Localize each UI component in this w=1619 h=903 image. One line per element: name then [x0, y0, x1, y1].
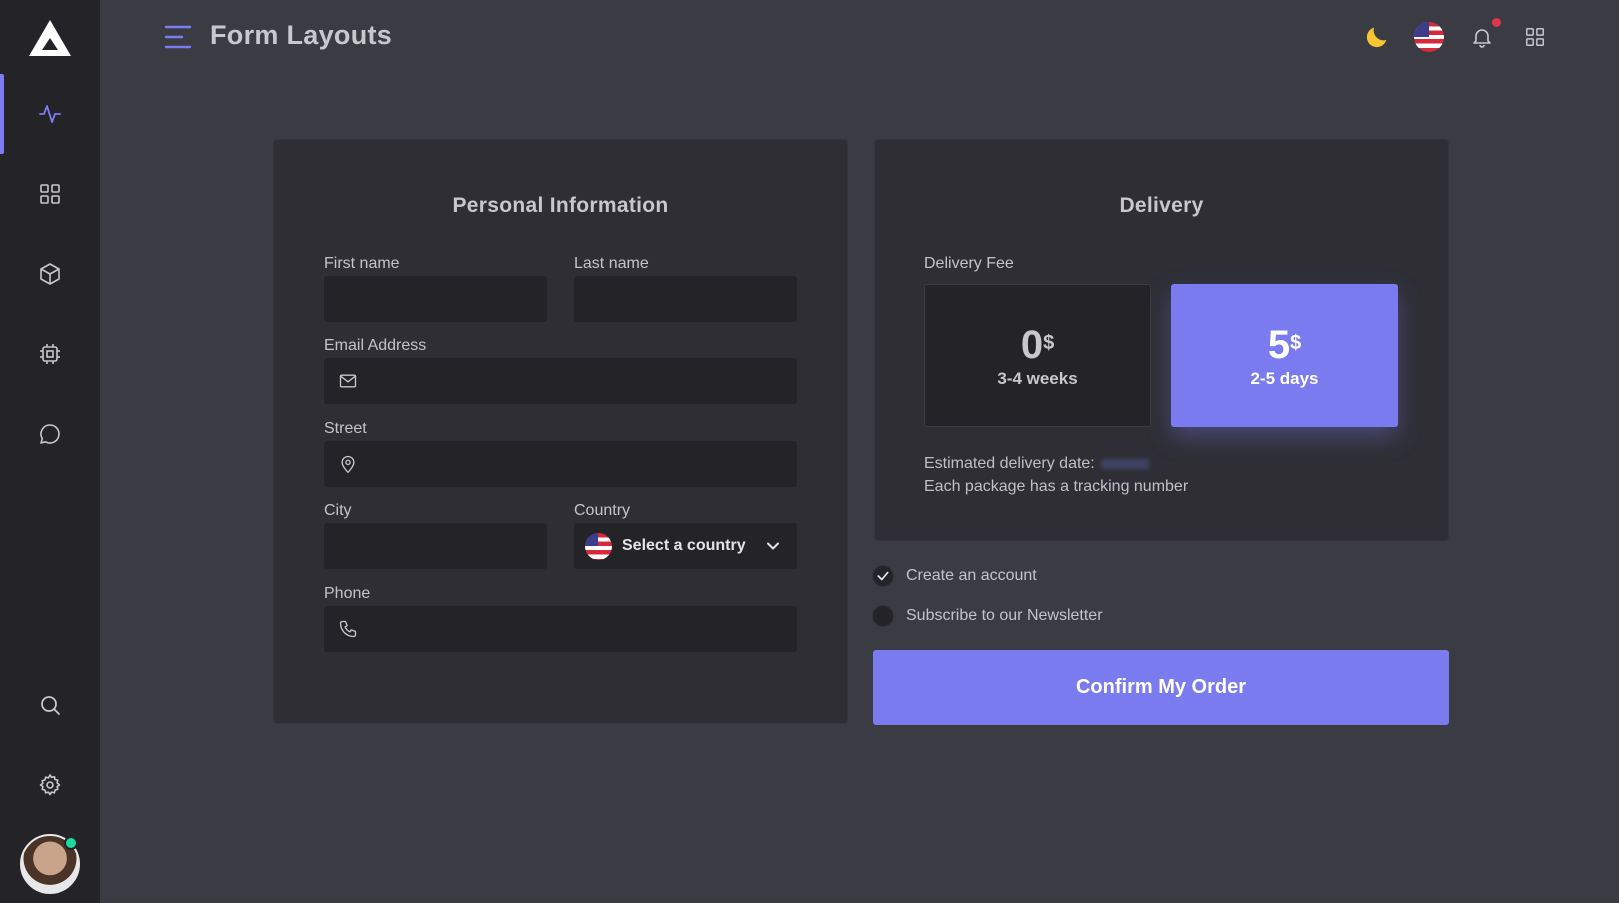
email-field[interactable]	[324, 358, 797, 404]
last-name-field[interactable]	[574, 276, 799, 322]
phone-label: Phone	[324, 585, 371, 602]
create-account-checkbox[interactable]: Create an account	[872, 565, 1037, 587]
email-label: Email Address	[324, 337, 427, 354]
checkbox-circle	[872, 605, 894, 627]
sidebar-item-cpu[interactable]	[0, 314, 100, 394]
delivery-option-duration: 2-5 days	[1250, 368, 1319, 388]
delivery-option-price: 5$	[1267, 322, 1302, 367]
create-account-label: Create an account	[906, 567, 1037, 584]
country-select-value: Select a country	[622, 537, 746, 554]
sidebar-item-box[interactable]	[0, 234, 100, 314]
box-icon	[40, 263, 60, 285]
newsletter-checkbox[interactable]: Subscribe to our Newsletter	[872, 605, 1103, 627]
phone-field[interactable]	[324, 606, 797, 652]
chat-icon	[40, 424, 60, 444]
chevron-down-icon	[767, 542, 779, 550]
page-title: Form Layouts	[210, 20, 393, 50]
sidebar	[0, 0, 100, 903]
cpu-icon	[40, 344, 60, 364]
delivery-option-price: 0$	[1020, 322, 1055, 367]
newsletter-label: Subscribe to our Newsletter	[906, 607, 1103, 624]
grid-icon	[40, 184, 60, 204]
street-field[interactable]	[324, 441, 797, 487]
country-select[interactable]: Select a country	[574, 523, 797, 569]
email-input[interactable]	[358, 358, 797, 404]
online-status-dot	[64, 836, 78, 850]
phone-icon	[339, 620, 357, 638]
logo-icon[interactable]	[28, 18, 72, 58]
street-label: Street	[324, 420, 367, 437]
city-input[interactable]	[338, 523, 549, 569]
sidebar-item-search[interactable]	[0, 665, 100, 745]
mail-icon	[339, 374, 357, 388]
last-name-input[interactable]	[588, 276, 799, 322]
theme-toggle[interactable]	[1362, 22, 1392, 52]
language-selector[interactable]	[1414, 22, 1444, 52]
sidebar-item-chat[interactable]	[0, 394, 100, 474]
delivery-option-standard[interactable]: 0$ 3-4 weeks	[924, 284, 1151, 427]
city-field[interactable]	[324, 523, 549, 569]
delivery-fee-label: Delivery Fee	[924, 255, 1014, 272]
estimated-delivery: Estimated delivery date:	[924, 455, 1149, 473]
delivery-option-express[interactable]: 5$ 2-5 days	[1171, 284, 1398, 427]
city-label: City	[324, 502, 352, 519]
activity-icon	[39, 105, 61, 123]
delivery-title: Delivery	[1119, 194, 1204, 217]
notification-badge	[1492, 18, 1501, 27]
settings-icon	[39, 774, 61, 796]
apps-button[interactable]	[1520, 22, 1550, 52]
us-flag-icon	[1414, 22, 1444, 52]
sidebar-item-settings[interactable]	[0, 745, 100, 825]
search-icon	[41, 696, 60, 715]
confirm-order-button[interactable]: Confirm My Order	[873, 650, 1449, 725]
menu-icon[interactable]	[164, 24, 192, 50]
tracking-note: Each package has a tracking number	[924, 478, 1189, 495]
check-icon	[877, 571, 889, 581]
street-input[interactable]	[358, 441, 797, 487]
country-label: Country	[574, 502, 631, 519]
notifications-button[interactable]	[1467, 22, 1497, 52]
moon-icon	[1366, 27, 1387, 48]
sidebar-item-activity[interactable]	[0, 74, 100, 154]
phone-input[interactable]	[358, 606, 797, 652]
checkbox-circle	[872, 565, 894, 587]
first-name-input[interactable]	[338, 276, 549, 322]
estimated-date-placeholder	[1100, 458, 1149, 469]
apps-grid-icon	[1526, 28, 1544, 46]
delivery-option-duration: 3-4 weeks	[997, 368, 1078, 388]
first-name-field[interactable]	[324, 276, 549, 322]
personal-information-title: Personal Information	[452, 194, 669, 217]
us-flag-icon	[585, 532, 612, 560]
last-name-label: Last name	[574, 255, 649, 272]
sidebar-item-grid[interactable]	[0, 154, 100, 234]
first-name-label: First name	[324, 255, 400, 272]
map-pin-icon	[341, 455, 355, 474]
bell-icon	[1473, 29, 1491, 48]
